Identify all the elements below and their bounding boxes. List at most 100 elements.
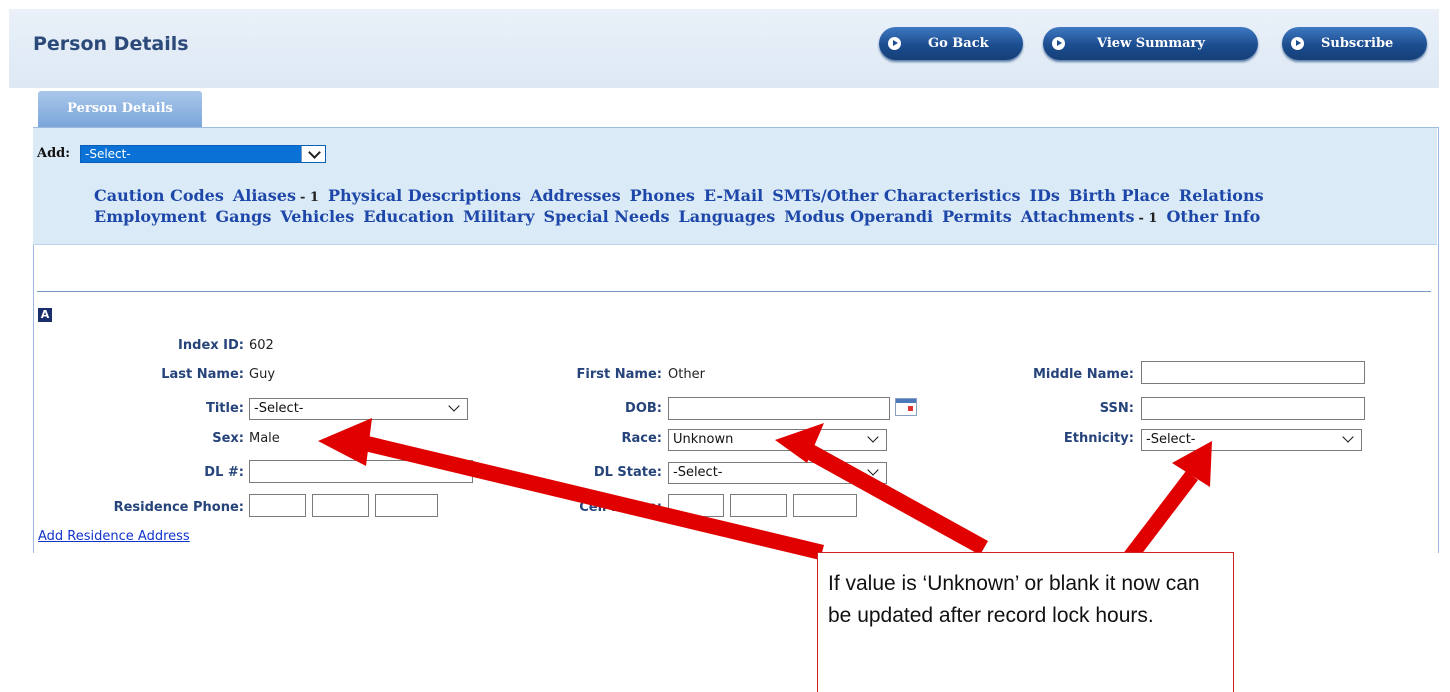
row1-link-addresses[interactable]: Addresses (530, 186, 621, 205)
subscribe-button[interactable]: Subscribe (1282, 27, 1427, 60)
middle-name-label: Middle Name: (1032, 367, 1134, 382)
row2-link-attachments[interactable]: Attachments - 1 (1021, 207, 1158, 226)
link-label: Relations (1178, 186, 1264, 205)
row2-link-vehicles[interactable]: Vehicles (280, 207, 354, 226)
link-label: Vehicles (280, 207, 355, 226)
add-label: Add: (37, 146, 71, 161)
first-name-value: Other (668, 367, 705, 382)
cell-phone-prefix-input[interactable] (730, 494, 787, 517)
row1-link-smts-other-characteristics[interactable]: SMTs/Other Characteristics (772, 186, 1020, 205)
chevron-down-icon (867, 464, 879, 476)
link-label: Physical Descriptions (327, 186, 522, 205)
cell-phone-area-input[interactable] (668, 494, 724, 517)
index-id-label: Index ID: (178, 338, 244, 353)
row2-link-permits[interactable]: Permits (942, 207, 1012, 226)
link-count: - 1 (300, 190, 319, 205)
row1-link-birth-place[interactable]: Birth Place (1069, 186, 1170, 205)
link-label: Military (463, 207, 535, 226)
row1-link-e-mail[interactable]: E-Mail (704, 186, 763, 205)
link-label: Addresses (530, 186, 621, 205)
link-label: IDs (1029, 186, 1060, 205)
row1-link-physical-descriptions[interactable]: Physical Descriptions (328, 186, 521, 205)
race-select-value: Unknown (673, 432, 734, 447)
cell-phone-line-input[interactable] (793, 494, 857, 517)
link-count: - 1 (1138, 211, 1158, 226)
link-label: Birth Place (1068, 186, 1170, 205)
link-label: Aliases (232, 186, 296, 205)
ethnicity-select-value: -Select- (1146, 432, 1196, 447)
section-divider (37, 291, 1431, 292)
link-label: Special Needs (543, 207, 670, 226)
row1-link-phones[interactable]: Phones (630, 186, 695, 205)
ethnicity-select[interactable]: -Select- (1141, 429, 1362, 451)
view-summary-button[interactable]: View Summary (1043, 27, 1258, 60)
link-label: E-Mail (703, 186, 764, 205)
dl-state-select-value: -Select- (673, 465, 723, 480)
residence-phone-line-input[interactable] (375, 494, 438, 517)
view-summary-label: View Summary (1097, 36, 1205, 51)
person-details-app: Person Details Go Back View Summary Subs… (0, 0, 1450, 553)
link-label: Attachments (1020, 207, 1135, 226)
chevron-down-icon (301, 146, 325, 162)
residence-phone-label: Residence Phone: (113, 500, 244, 515)
title-select-value: -Select- (254, 401, 304, 416)
link-label: Languages (678, 207, 776, 226)
residence-phone-prefix-input[interactable] (312, 494, 369, 517)
sex-label: Sex: (212, 431, 244, 446)
sex-value: Male (249, 431, 280, 446)
ethnicity-label: Ethnicity: (1063, 431, 1134, 446)
link-row-2: Employment Gangs Vehicles Education Military… (94, 207, 1269, 226)
dob-label: DOB: (625, 401, 662, 416)
row1-link-caution-codes[interactable]: Caution Codes (94, 186, 224, 205)
ssn-label: SSN: (1099, 401, 1134, 416)
chevron-down-icon (448, 400, 460, 412)
add-select-value: -Select- (85, 147, 131, 161)
subscribe-label: Subscribe (1321, 36, 1394, 51)
row1-link-ids[interactable]: IDs (1029, 186, 1059, 205)
cell-phone-label: Cell Phone: (579, 500, 662, 515)
a-icon[interactable]: A (38, 308, 52, 322)
dl-state-select[interactable]: -Select- (668, 462, 887, 484)
last-name-value: Guy (249, 367, 276, 382)
dl-number-input[interactable] (249, 460, 473, 483)
title-label: Title: (205, 401, 244, 416)
residence-phone-area-input[interactable] (249, 494, 306, 517)
middle-name-input[interactable] (1141, 361, 1365, 384)
chevron-down-icon (867, 431, 879, 443)
link-label: Caution Codes (94, 186, 224, 205)
row1-link-aliases[interactable]: Aliases - 1 (233, 186, 319, 205)
add-select[interactable]: -Select- (80, 145, 326, 163)
row2-link-languages[interactable]: Languages (678, 207, 775, 226)
row2-link-other-info[interactable]: Other Info (1166, 207, 1260, 226)
add-residence-address-link[interactable]: Add Residence Address (38, 529, 190, 544)
ssn-input[interactable] (1141, 397, 1365, 420)
row2-link-education[interactable]: Education (363, 207, 454, 226)
first-name-label: First Name: (576, 367, 662, 382)
play-icon (888, 37, 901, 50)
row2-link-special-needs[interactable]: Special Needs (544, 207, 670, 226)
callout-text: If value is ‘Unknown’ or blank it now ca… (828, 572, 1200, 627)
last-name-label: Last Name: (161, 367, 244, 382)
calendar-icon[interactable] (895, 398, 917, 416)
row1-link-relations[interactable]: Relations (1179, 186, 1264, 205)
dob-input[interactable] (668, 397, 890, 420)
link-label: Permits (942, 207, 1012, 226)
dl-number-label: DL #: (204, 465, 244, 480)
go-back-button[interactable]: Go Back (879, 27, 1023, 60)
race-label: Race: (621, 431, 662, 446)
dl-state-label: DL State: (593, 465, 662, 480)
index-id-value: 602 (249, 338, 274, 353)
link-label: Education (363, 207, 455, 226)
row2-link-military[interactable]: Military (463, 207, 534, 226)
row2-link-employment[interactable]: Employment (94, 207, 207, 226)
link-label: Gangs (215, 207, 272, 226)
link-label: SMTs/Other Characteristics (772, 186, 1021, 205)
link-label: Phones (629, 186, 695, 205)
annotation-callout: If value is ‘Unknown’ or blank it now ca… (817, 552, 1234, 692)
race-select[interactable]: Unknown (668, 429, 887, 451)
row2-link-gangs[interactable]: Gangs (216, 207, 272, 226)
row2-link-modus-operandi[interactable]: Modus Operandi (784, 207, 933, 226)
play-icon (1291, 37, 1304, 50)
title-select[interactable]: -Select- (249, 398, 468, 420)
tab-person-details[interactable]: Person Details (38, 91, 202, 127)
